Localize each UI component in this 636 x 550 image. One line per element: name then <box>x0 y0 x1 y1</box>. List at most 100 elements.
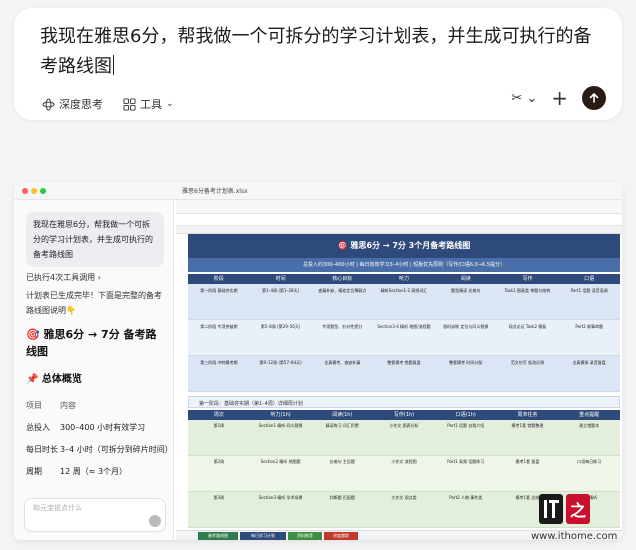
cell: 第3周 <box>213 495 225 500</box>
table-row[interactable]: 第1周 Section1 精听 同义替换 精读练习 词汇积累 小作文 图表分析 … <box>188 420 620 456</box>
arrow-up-icon <box>589 92 599 103</box>
table-row[interactable]: 第2周 Section2 精听 地图题 长难句 主旨题 小作文 流程图 Part… <box>188 456 620 492</box>
cell: 模考1套 复盘 <box>515 459 540 464</box>
prompt-card: 我现在雅思6分，帮我做一个可拆分的学习计划表，并生成可执行的备考路线图 深度思考… <box>14 8 622 120</box>
cell: 第一阶段 基础夯实期 <box>200 288 238 293</box>
scissors-icon[interactable]: ✂ ⌄ <box>511 91 537 106</box>
col-header: 阅读(1h) <box>332 412 353 418</box>
overview-value: 3–4 小时（可拆分到碎片时间） <box>60 445 173 454</box>
chat-input-placeholder: 和元宝说点什么 <box>33 504 82 512</box>
col-header: 周末任务 <box>517 412 538 418</box>
deep-think-label: 深度思考 <box>59 98 103 111</box>
cell: 整套模考 时间分配 <box>449 360 483 365</box>
close-dot-icon[interactable] <box>22 188 28 194</box>
sheet-subbanner: 总投入约300–400小时 | 每日有效学习3–4小时 | 短板优先原则（写作/… <box>188 258 620 272</box>
cell: 第三阶段 冲刺模考期 <box>200 360 238 365</box>
overview-value: 12 周（≈ 3个月） <box>60 467 128 476</box>
overview-row: 周期 12 周（≈ 3个月） <box>26 466 127 477</box>
cell: 全真模考、查缺补漏 <box>324 360 361 365</box>
formula-bar[interactable] <box>176 214 622 226</box>
sheet-tab[interactable]: 资料推荐 <box>288 532 322 540</box>
minimize-dot-icon[interactable] <box>31 188 37 194</box>
cell: 第5–8周 (第29–56天) <box>260 324 301 329</box>
deep-think-button[interactable]: 深度思考 <box>42 96 103 112</box>
window-title: 雅思6分备考计划表.xlsx <box>182 188 248 195</box>
cell: 整套模考 错题复盘 <box>387 360 421 365</box>
cell: 精听Section1-2 高频词汇 <box>380 288 428 293</box>
table-row[interactable]: 第三阶段 冲刺模考期 第9–12周 (第57–84天) 全真模考、查缺补漏 整套… <box>188 356 620 392</box>
cell: Part1 话题 语音语调 <box>570 288 608 293</box>
cell: 题型精读 长难句 <box>451 288 481 293</box>
col-header: 口语 <box>584 276 595 282</box>
cell: 专项题型、针对性提分 <box>322 324 363 329</box>
col-header: 周次 <box>213 412 224 418</box>
cell: 模考1套 错题整理 <box>511 423 544 428</box>
grid-icon <box>123 97 136 111</box>
svg-text:之: 之 <box>570 501 586 520</box>
user-message: 我现在雅思6分，帮我做一个可拆分的学习计划表，并生成可执行的备考路线图 <box>26 212 164 267</box>
chat-send-icon[interactable] <box>149 515 161 527</box>
phase-table-header: 阶段 时间 核心目标 听力 阅读 写作 口语 <box>188 274 620 284</box>
spreadsheet: 🎯 雅思6分 → 7分 3个月备考路线图 总投入约300–400小时 | 每日有… <box>176 200 622 540</box>
chevron-down-icon: ⌄ <box>166 99 174 109</box>
cell: Section3 精听 学术场景 <box>258 495 303 500</box>
tool-call-note[interactable]: 已执行4次工具调用 › <box>26 272 101 283</box>
col-header: 阶段 <box>213 276 224 282</box>
send-button[interactable] <box>582 86 606 110</box>
sheet-banner: 🎯 雅思6分 → 7分 3个月备考路线图 <box>188 234 620 258</box>
section-title: 第一阶段：基础夯实期（第1–4周）详细周计划 <box>188 396 620 408</box>
cell: 限时训练 定位与同义替换 <box>443 324 489 329</box>
chat-pane: 我现在雅思6分，帮我做一个可拆分的学习计划表，并生成可执行的备考路线图 已执行4… <box>14 200 174 540</box>
table-row[interactable]: 第二阶段 专项突破期 第5–8周 (第29–56天) 专项题型、针对性提分 Se… <box>188 320 620 356</box>
zoom-dot-icon[interactable] <box>40 188 46 194</box>
add-icon[interactable]: + <box>551 88 568 108</box>
embedded-screenshot: 雅思6分备考计划表.xlsx 我现在雅思6分，帮我做一个可拆分的学习计划表，并生… <box>14 182 622 540</box>
overview-key: 周期 <box>26 467 42 476</box>
cell: 小作文 流程图 <box>391 459 417 464</box>
cell: 第二阶段 专项突破期 <box>200 324 238 329</box>
cell: Section2 精听 地图题 <box>260 459 301 464</box>
overview-header: 项目 内容 <box>26 400 76 411</box>
reply-intro: 计划表已生成完毕！下面是完整的备考路线图说明👇 <box>26 291 162 315</box>
overview-key: 总投入 <box>26 423 50 432</box>
cell: 范文仿写 批改反馈 <box>510 360 545 365</box>
cell: 口语每日练习 <box>577 459 602 464</box>
window-bar: 雅思6分备考计划表.xlsx <box>14 182 622 200</box>
site-url: www.ithome.com <box>531 531 618 542</box>
col-header: 核心目标 <box>332 276 353 282</box>
overview-value: 300–400 小时有效学习 <box>60 423 146 432</box>
sheet-toolbar <box>176 200 622 214</box>
tools-button[interactable]: 工具 ⌄ <box>123 96 174 112</box>
cell: Task1 图表类 审题与结构 <box>504 288 551 293</box>
overview-col-2: 内容 <box>60 401 76 410</box>
cell: 查漏补缺、精准定位薄弱点 <box>318 288 367 293</box>
ithome-logo: 之 <box>539 492 593 528</box>
chat-input[interactable]: 和元宝说点什么 <box>24 498 166 532</box>
prompt-input[interactable]: 我现在雅思6分，帮我做一个可拆分的学习计划表，并生成可执行的备考路线图 <box>40 22 600 82</box>
table-row[interactable]: 第一阶段 基础夯实期 第1–4周 (第1–28天) 查漏补缺、精准定位薄弱点 精… <box>188 284 620 320</box>
col-header: 重点提醒 <box>579 412 600 418</box>
text-caret <box>113 55 114 75</box>
cell: 建立错题本 <box>579 423 600 428</box>
overview-row: 总投入 300–400 小时有效学习 <box>26 422 145 433</box>
cell: Section3-4 精听 地图/流程题 <box>377 324 431 329</box>
prompt-text: 我现在雅思6分，帮我做一个可拆分的学习计划表，并生成可执行的备考路线图 <box>40 26 592 77</box>
sheet-tab[interactable]: 备考路线图 <box>198 532 238 540</box>
overview-col-1: 项目 <box>26 401 42 410</box>
cell: 第1周 <box>213 423 225 428</box>
cell: 判断题 匹配题 <box>329 495 355 500</box>
overview-key: 每日时长 <box>26 445 58 454</box>
column-header-bar <box>176 226 622 234</box>
col-header: 写作(1h) <box>393 412 415 418</box>
cell: 精读练习 词汇积累 <box>325 423 359 428</box>
right-tools: ✂ ⌄ + <box>511 86 606 110</box>
week-table-header: 周次 听力(1h) 阅读(1h) 写作(1h) 口语(1h) 周末任务 重点提醒 <box>188 410 620 420</box>
sheet-tab[interactable]: 每日学习计划 <box>240 532 286 540</box>
col-header: 听力(1h) <box>270 412 291 418</box>
col-header: 阅读 <box>460 276 471 282</box>
sheet-tab[interactable]: 进度跟踪 <box>324 532 358 540</box>
overview-row: 每日时长 3–4 小时（可拆分到碎片时间） <box>26 444 173 455</box>
cell: Part1 高频 话题练习 <box>447 459 485 464</box>
col-header: 口语(1h) <box>455 412 476 418</box>
col-header: 听力 <box>399 276 410 282</box>
